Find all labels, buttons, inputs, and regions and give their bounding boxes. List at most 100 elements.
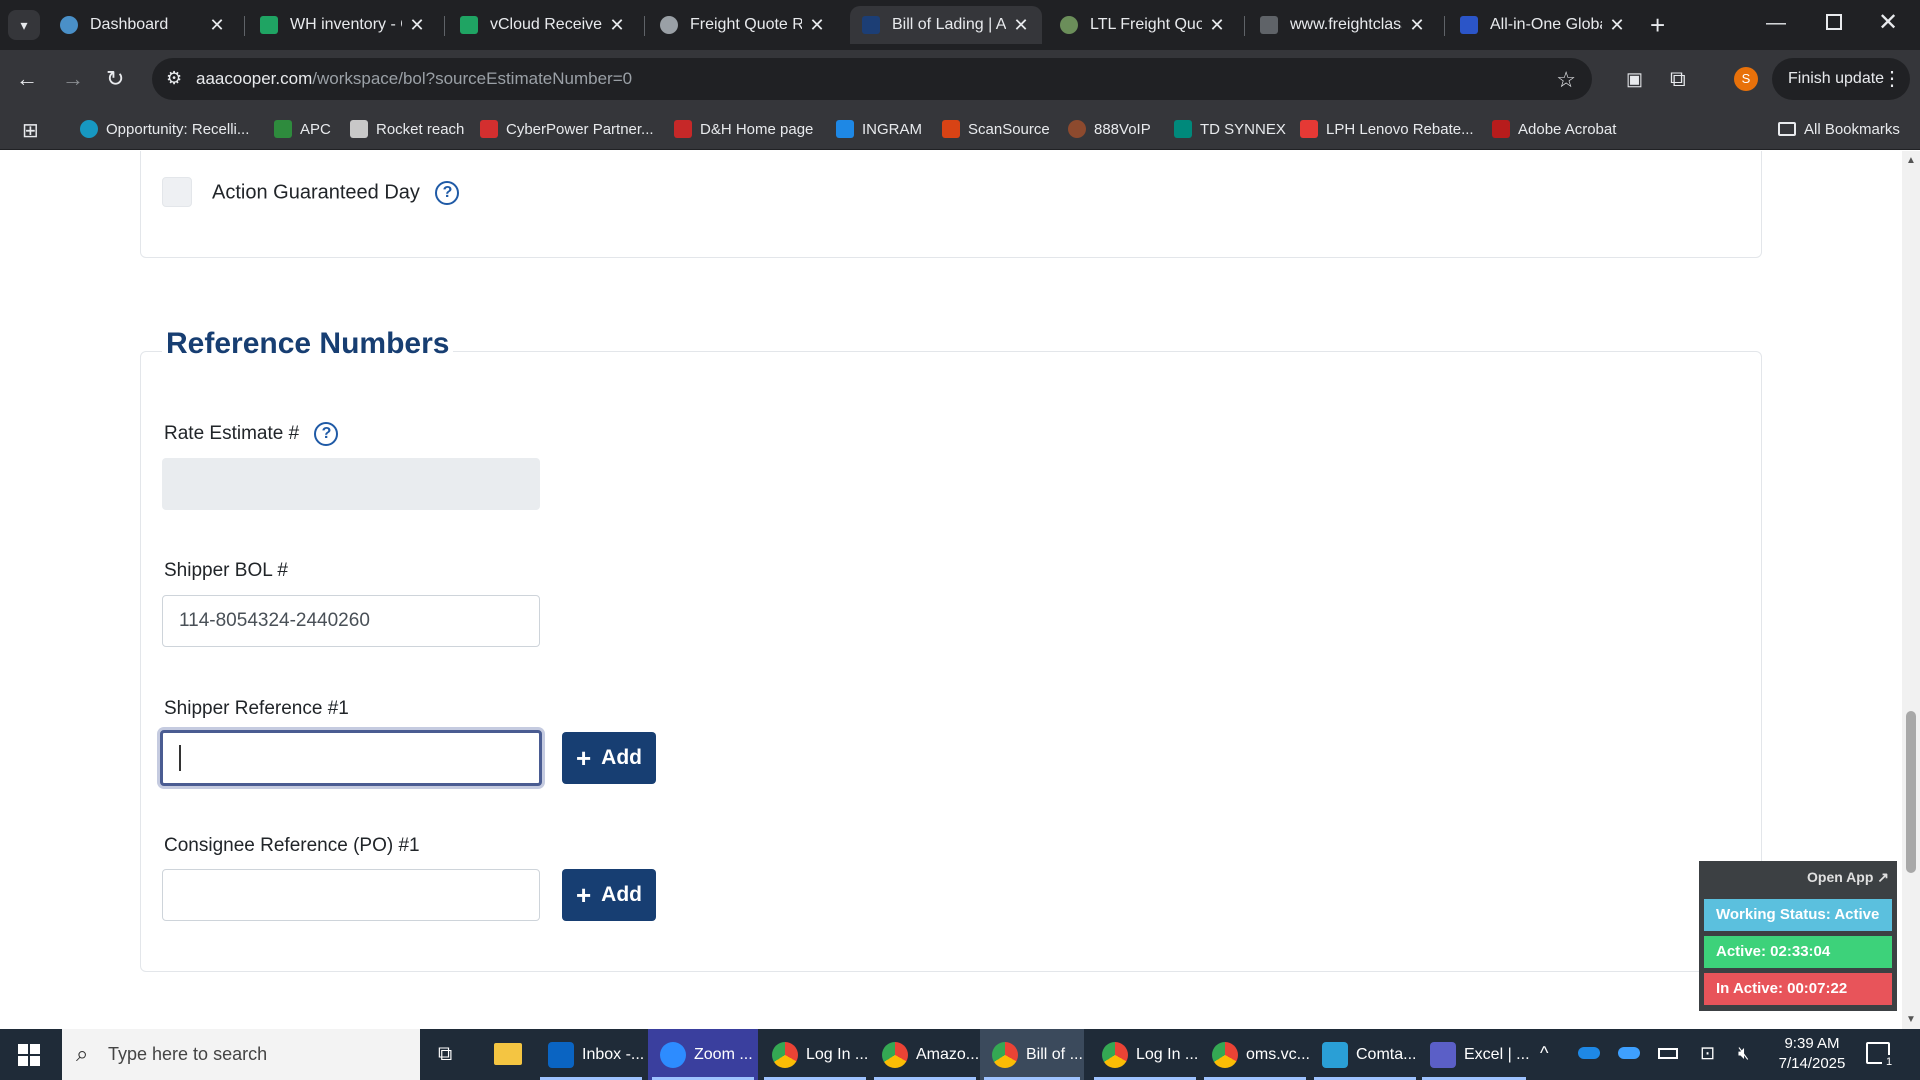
seventeen-icon [1460, 16, 1478, 34]
extension-us-icon[interactable]: ▣ [1626, 68, 1643, 90]
bookmark-lph-lenovo[interactable]: LPH Lenovo Rebate... [1300, 117, 1474, 141]
extensions-puzzle-icon[interactable]: ⧉ [1670, 68, 1686, 90]
windows-taskbar: ⌕ Type here to search ⧉ Inbox -... Zoom … [0, 1029, 1920, 1080]
salesforce-icon [80, 120, 98, 138]
bookmark-apc[interactable]: APC [274, 117, 331, 141]
battery-icon[interactable] [1658, 1048, 1678, 1059]
acrobat-icon [1492, 120, 1510, 138]
restore-icon[interactable] [1826, 14, 1842, 30]
tab-search-button[interactable]: ▾ [8, 10, 40, 40]
reload-icon[interactable]: ↻ [106, 68, 124, 90]
menu-kebab-icon[interactable]: ⋮ [1882, 58, 1902, 100]
close-icon[interactable]: ✕ [1408, 15, 1426, 36]
all-bookmarks[interactable]: All Bookmarks [1778, 117, 1900, 141]
taskbar-chrome-login-1[interactable]: Log In ... [760, 1029, 870, 1080]
task-view-icon[interactable]: ⧉ [438, 1043, 452, 1066]
close-icon[interactable]: ✕ [1608, 15, 1626, 36]
bookmark-cyberpower[interactable]: CyberPower Partner... [480, 117, 654, 141]
network-icon[interactable]: ⊡ [1700, 1043, 1715, 1064]
shipper-bol-label: Shipper BOL # [164, 560, 288, 581]
scroll-up-icon[interactable]: ▲ [1906, 155, 1916, 166]
bookmark-label: INGRAM [862, 120, 922, 138]
all-bookmarks-label: All Bookmarks [1804, 120, 1900, 138]
add-label: Add [601, 883, 642, 906]
new-tab-icon[interactable]: + [1650, 10, 1665, 41]
section-title: Reference Numbers [162, 327, 454, 361]
open-app-link[interactable]: Open App ↗ [1807, 869, 1889, 886]
bookmark-star-icon[interactable]: ☆ [1556, 67, 1576, 93]
tab-wh-inventory[interactable]: WH inventory - G ✕ [248, 6, 438, 44]
add-shipper-reference-button[interactable]: + Add [562, 732, 656, 784]
bookmark-rocket-reach[interactable]: Rocket reach [350, 117, 464, 141]
tab-title: Bill of Lading | A [892, 16, 1006, 33]
close-icon[interactable]: ✕ [808, 15, 826, 36]
scroll-down-icon[interactable]: ▼ [1906, 1014, 1916, 1025]
taskbar-outlook[interactable]: Inbox -... [536, 1029, 646, 1080]
close-icon[interactable]: ✕ [208, 15, 226, 36]
shipper-bol-input[interactable]: 114-8054324-2440260 [162, 595, 540, 647]
file-explorer-icon[interactable] [494, 1043, 522, 1065]
finish-update-button[interactable]: Finish update ⋮ [1772, 58, 1910, 100]
dh-icon [674, 120, 692, 138]
clock[interactable]: 9:39 AM 7/14/2025 [1772, 1034, 1852, 1074]
sheets-icon [260, 16, 278, 34]
volume-muted-icon[interactable]: 🔇︎ [1738, 1043, 1749, 1064]
help-icon[interactable]: ? [314, 422, 339, 446]
show-hidden-icons[interactable]: ^ [1540, 1043, 1548, 1064]
consignee-reference-input[interactable] [162, 869, 540, 921]
taskbar-chrome-bill-of-lading[interactable]: Bill of ... [980, 1029, 1084, 1080]
bookmark-adobe-acrobat[interactable]: Adobe Acrobat [1492, 117, 1616, 141]
action-guaranteed-checkbox[interactable] [162, 177, 192, 207]
windows-start-icon[interactable] [18, 1044, 40, 1066]
scrollbar-thumb[interactable] [1906, 711, 1916, 873]
address-bar[interactable]: ⚙ aaacooper.com/workspace/bol?sourceEsti… [152, 58, 1592, 100]
onedrive-business-icon[interactable] [1618, 1047, 1640, 1059]
apps-grid-icon[interactable]: ⊞ [22, 118, 39, 143]
ec-icon [1174, 120, 1192, 138]
tab-freightclass[interactable]: www.freightclass ✕ [1248, 6, 1438, 44]
help-icon[interactable]: ? [435, 181, 460, 205]
forward-icon[interactable]: → [62, 68, 84, 90]
bookmark-888voip[interactable]: 888VoIP [1068, 117, 1151, 141]
minimize-icon[interactable]: — [1766, 12, 1786, 35]
tab-title: All-in-One Globa [1490, 16, 1602, 33]
taskbar-teams-excel[interactable]: Excel | ... [1418, 1029, 1530, 1080]
tab-freight-quote[interactable]: Freight Quote Re ✕ [648, 6, 838, 44]
close-icon[interactable]: ✕ [1012, 15, 1030, 36]
site-info-icon[interactable]: ⚙ [166, 68, 182, 89]
add-consignee-reference-button[interactable]: + Add [562, 869, 656, 921]
tab-vcloud-receive[interactable]: vCloud Receive F ✕ [448, 6, 638, 44]
taskbar-zoom[interactable]: Zoom ... [648, 1029, 758, 1080]
browser-toolbar: ← → ↻ ⚙ aaacooper.com/workspace/bol?sour… [0, 50, 1920, 108]
tab-ltl-freight[interactable]: LTL Freight Quot ✕ [1048, 6, 1238, 44]
bookmark-opportunity[interactable]: Opportunity: Recelli... [80, 117, 249, 141]
fcc-icon [1260, 16, 1278, 34]
tab-dashboard[interactable]: Dashboard ✕ [48, 6, 238, 44]
onedrive-icon[interactable] [1578, 1047, 1600, 1059]
app-label: Amazo... [916, 1045, 980, 1063]
back-icon[interactable]: ← [16, 68, 38, 90]
bookmark-ingram[interactable]: INGRAM [836, 117, 922, 141]
bookmark-dh-home[interactable]: D&H Home page [674, 117, 813, 141]
profile-avatar[interactable]: S [1734, 67, 1758, 91]
app-label: Bill of ... [1026, 1045, 1083, 1063]
rate-estimate-label: Rate Estimate # [164, 423, 300, 445]
chrome-icon [882, 1041, 908, 1068]
shipper-reference-input[interactable] [160, 730, 542, 786]
close-icon[interactable]: ✕ [408, 15, 426, 36]
taskbar-chrome-amazon[interactable]: Amazo... [870, 1029, 980, 1080]
tab-all-in-one[interactable]: All-in-One Globa ✕ [1448, 6, 1638, 44]
bookmark-scansource[interactable]: ScanSource [942, 117, 1050, 141]
taskbar-search[interactable]: ⌕ Type here to search [62, 1029, 420, 1080]
bookmark-td-synnex[interactable]: TD SYNNEX [1174, 117, 1286, 141]
rate-estimate-row: Rate Estimate # ? [164, 422, 339, 446]
taskbar-comtact[interactable]: Comta... [1310, 1029, 1420, 1080]
taskbar-chrome-login-2[interactable]: Log In ... [1090, 1029, 1200, 1080]
taskbar-chrome-oms[interactable]: oms.vc... [1200, 1029, 1310, 1080]
close-icon[interactable]: ✕ [608, 15, 626, 36]
tab-bill-of-lading[interactable]: Bill of Lading | A ✕ [850, 6, 1042, 44]
close-icon[interactable]: ✕ [1208, 15, 1226, 36]
page-scrollbar[interactable]: ▲ ▼ [1902, 151, 1920, 1029]
folder-icon [1778, 122, 1796, 136]
close-window-icon[interactable]: ✕ [1878, 8, 1898, 37]
